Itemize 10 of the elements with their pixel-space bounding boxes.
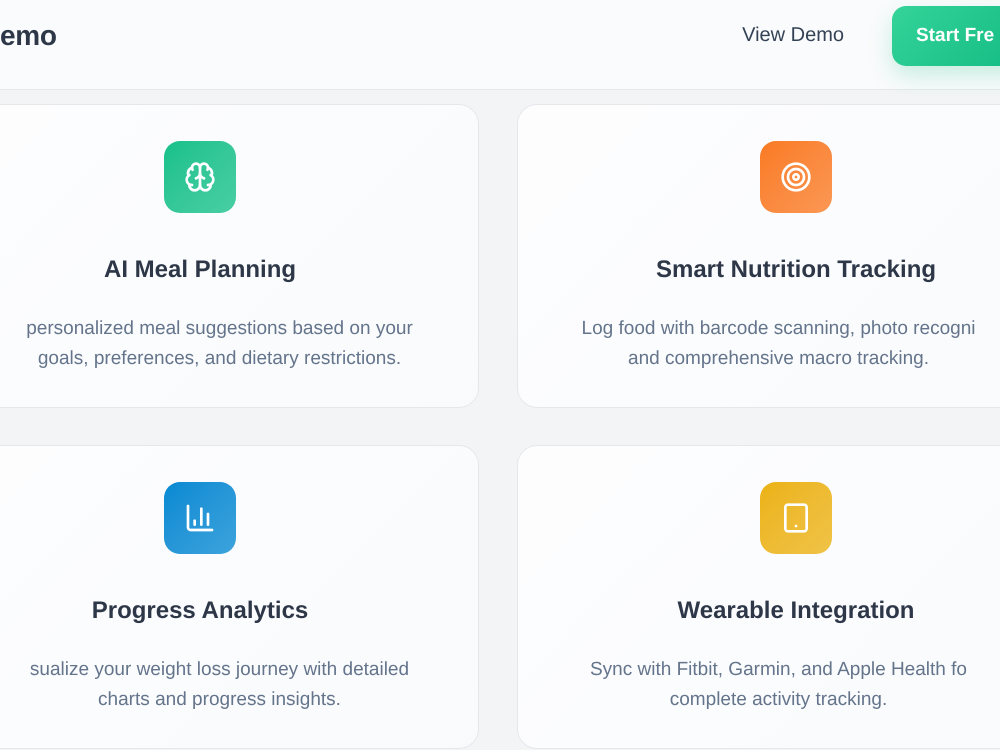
feature-title: Smart Nutrition Tracking — [656, 255, 936, 285]
feature-title: Progress Analytics — [92, 596, 308, 626]
feature-description: Log food with barcode scanning, photo recogni and comprehensive macro tracking. — [580, 317, 976, 371]
logo-text: emo — [0, 20, 57, 52]
feature-title: AI Meal Planning — [104, 255, 296, 285]
feature-description: personalized meal suggestions based on your goals, preferences, and dietary restrictions. — [25, 317, 414, 371]
feature-title: Wearable Integration — [678, 596, 914, 626]
feature-description: sualize your weight loss journey with detailed charts and progress insights. — [28, 658, 410, 712]
view-demo-link[interactable]: View Demo — [742, 24, 844, 47]
feature-description: Sync with Fitbit, Garmin, and Apple Health fo complete activity tracking. — [588, 658, 968, 712]
